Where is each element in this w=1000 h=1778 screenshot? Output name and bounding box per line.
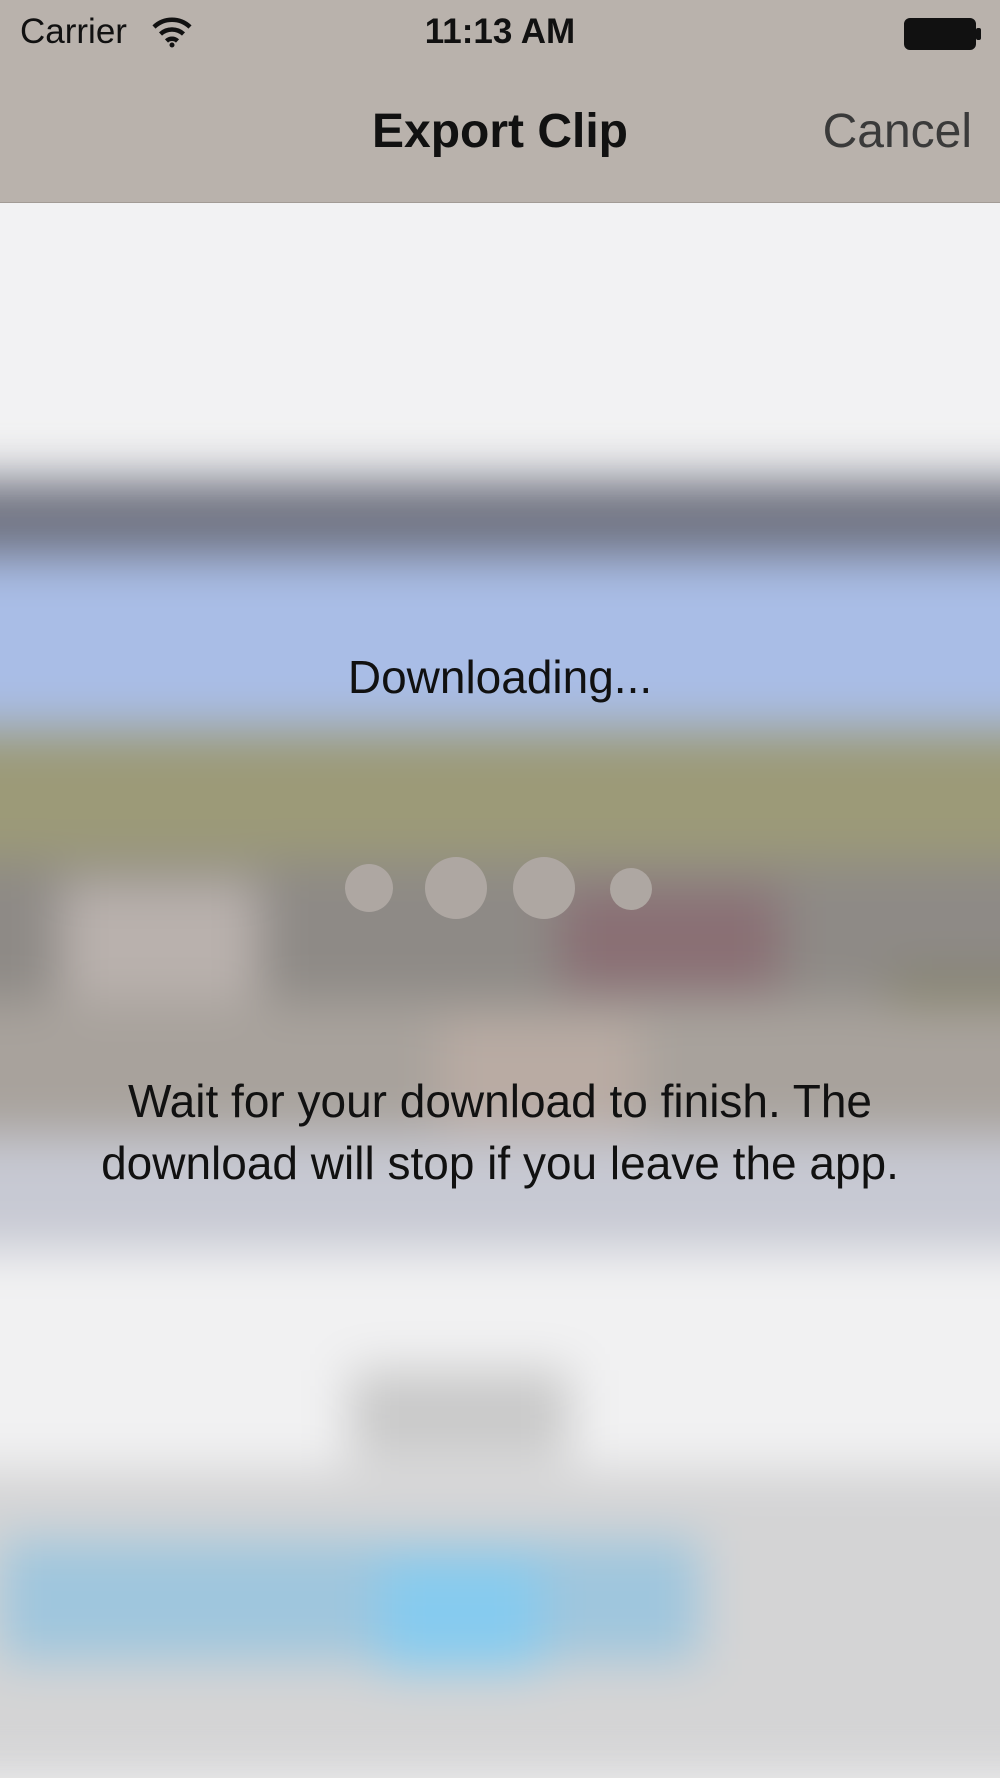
battery-icon [904, 18, 981, 50]
export-clip-screen: Carrier 11:13 AM Export Clip Cancel Down… [0, 0, 1000, 1778]
status-time: 11:13 AM [424, 12, 576, 51]
download-warning-message: Wait for your download to finish. The do… [101, 1075, 899, 1189]
download-overlay: Downloading... Wait for your download to… [0, 0, 1000, 1778]
loading-dot [610, 868, 652, 910]
navigation-bar: Carrier 11:13 AM Export Clip Cancel [0, 0, 1000, 203]
loading-dot [425, 857, 487, 919]
cancel-button[interactable]: Cancel [823, 104, 972, 159]
loading-indicator [0, 856, 1000, 920]
download-status-text: Downloading... [347, 651, 653, 703]
loading-dot [345, 864, 393, 912]
loading-dot [513, 857, 575, 919]
